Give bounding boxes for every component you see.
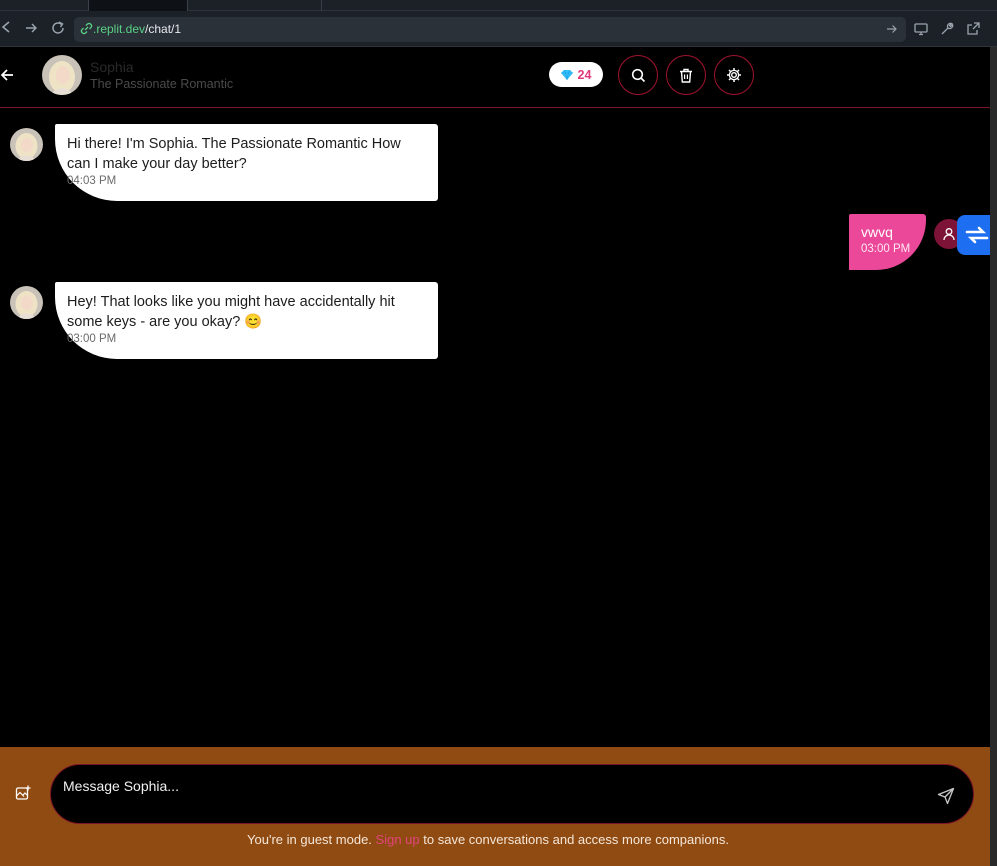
message-time: 04:03 PM (67, 175, 117, 187)
link-icon (80, 22, 93, 35)
message-text: Hey! That looks like you might have acci… (67, 294, 395, 330)
browser-reload-icon[interactable] (51, 21, 65, 35)
composer-footer: You're in guest mode. Sign up to save co… (0, 747, 990, 866)
message-input[interactable] (63, 775, 903, 797)
settings-button[interactable] (714, 55, 754, 95)
signup-link[interactable]: Sign up (376, 832, 420, 847)
message-text: vwvq (861, 224, 893, 240)
companion-subtitle: The Passionate Romantic (90, 77, 234, 91)
translate-icon (965, 226, 989, 244)
scrollbar-track[interactable] (990, 47, 997, 866)
user-message: vwvq 03:00 PM (849, 214, 926, 270)
devices-icon[interactable] (913, 21, 929, 37)
guest-note-suffix: to save conversations and access more co… (423, 832, 729, 847)
message-time: 03:00 PM (67, 333, 117, 345)
url-text: .replit.dev/chat/1 (93, 22, 181, 36)
message-text: Hi there! I'm Sophia. The Passionate Rom… (67, 136, 401, 172)
url-field[interactable]: .replit.dev/chat/1 (74, 17, 906, 42)
url-path: /chat/1 (145, 22, 182, 36)
browser-back-icon[interactable] (0, 20, 14, 34)
chat-header: Sophia The Passionate Romantic 24 (0, 47, 990, 108)
arrow-left-icon[interactable] (0, 67, 14, 83)
image-plus-icon[interactable] (15, 785, 31, 801)
avatar-image (42, 55, 82, 95)
gem-count: 24 (577, 67, 592, 82)
gem-balance[interactable]: 24 (549, 62, 603, 87)
browser-tab-active[interactable] (88, 0, 188, 11)
avatar-image (10, 286, 43, 319)
bot-avatar (10, 286, 43, 319)
search-icon (631, 68, 645, 82)
bot-message: Hey! That looks like you might have acci… (55, 282, 438, 359)
browser-forward-icon[interactable] (25, 22, 37, 34)
browser-tab[interactable] (188, 0, 322, 11)
avatar[interactable] (42, 55, 82, 95)
search-button[interactable] (618, 55, 658, 95)
send-icon[interactable] (937, 787, 955, 805)
user-icon (943, 228, 955, 241)
browser-tab-strip (0, 0, 997, 11)
diamond-icon (560, 69, 573, 80)
avatar-image (10, 128, 43, 161)
open-external-icon[interactable] (965, 21, 981, 37)
browser-address-bar: .replit.dev/chat/1 (0, 11, 997, 47)
url-go-icon[interactable] (886, 23, 898, 35)
bot-avatar (10, 128, 43, 161)
url-host: .replit.dev (93, 22, 146, 36)
message-time: 03:00 PM (861, 243, 911, 255)
trash-icon (680, 68, 692, 83)
guest-mode-note: You're in guest mode. Sign up to save co… (0, 832, 976, 847)
companion-name: Sophia (90, 59, 134, 75)
bot-message: Hi there! I'm Sophia. The Passionate Rom… (55, 124, 438, 201)
wrench-icon[interactable] (939, 21, 955, 37)
message-input-wrapper (50, 764, 974, 824)
guest-note-prefix: You're in guest mode. (247, 832, 372, 847)
delete-chat-button[interactable] (666, 55, 706, 95)
gear-icon (727, 68, 741, 82)
